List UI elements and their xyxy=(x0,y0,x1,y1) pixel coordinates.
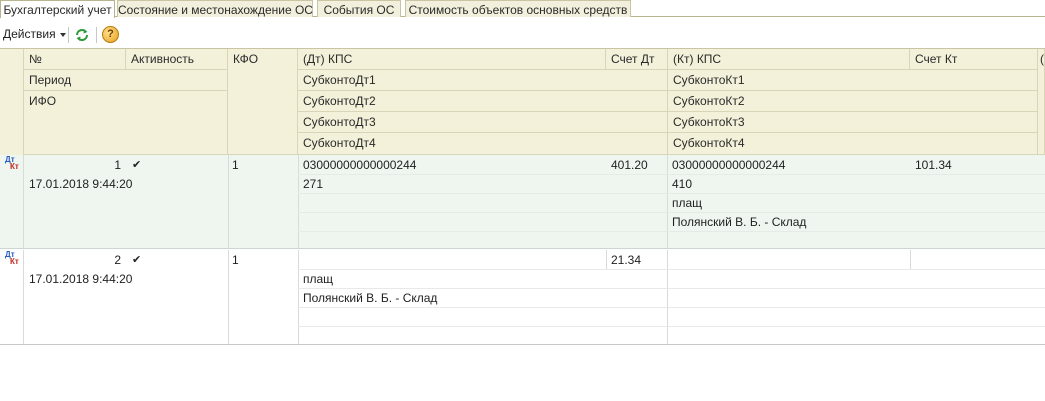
col-dt-kps-header[interactable]: (Дт) КПС xyxy=(298,49,606,70)
subrow-divider xyxy=(298,326,1045,327)
kfo-value: 1 xyxy=(232,158,239,172)
toolbar: Действия ? xyxy=(0,24,1045,46)
col-kfo-header[interactable]: КФО xyxy=(228,49,298,155)
help-icon[interactable]: ? xyxy=(102,26,119,43)
row-marker-header xyxy=(0,49,24,155)
col-extra-header[interactable]: ( xyxy=(1038,49,1045,155)
subkonto-dt3-value: Полянский В. Б. - Склад xyxy=(303,291,438,305)
table-row[interactable]: Дт Кт 2 ✔ 17.01.2018 9:44:20 1 21.34 пла… xyxy=(0,250,1045,345)
dt-kps-value: 03000000000000244 xyxy=(303,158,417,172)
row-number: 1 xyxy=(114,158,121,172)
subrow-divider xyxy=(298,193,1045,194)
tab-bar: Бухгалтерский учет Состояние и местонахо… xyxy=(0,0,1045,18)
col-ifo-header[interactable]: ИФО xyxy=(24,91,228,155)
period-value: 17.01.2018 9:44:20 xyxy=(29,177,133,191)
chevron-down-icon xyxy=(59,32,66,37)
col-subkonto-kt3-header[interactable]: СубконтоКт3 xyxy=(668,112,1038,133)
column-divider xyxy=(23,155,24,248)
subrow-divider xyxy=(298,212,1045,213)
col-kt-kps-header[interactable]: (Кт) КПС xyxy=(668,49,910,70)
activity-check-icon[interactable]: ✔ xyxy=(132,253,141,266)
col-subkonto-kt4-header[interactable]: СубконтоКт4 xyxy=(668,133,1038,155)
kt-mark: Кт xyxy=(10,257,19,266)
table-row[interactable]: Дт Кт 1 ✔ 17.01.2018 9:44:20 1 030000000… xyxy=(0,155,1045,249)
subrow-divider xyxy=(298,269,1045,270)
column-divider xyxy=(228,250,229,344)
kfo-value: 1 xyxy=(232,253,239,267)
column-divider xyxy=(667,155,668,248)
schet-dt-value: 401.20 xyxy=(611,158,648,172)
subrow-divider xyxy=(298,231,1045,232)
col-subkonto-dt3-header[interactable]: СубконтоДт3 xyxy=(298,112,668,133)
col-activity-header[interactable]: Активность xyxy=(126,49,228,70)
column-divider xyxy=(298,250,299,344)
schet-kt-value: 101.34 xyxy=(915,158,952,172)
subkonto-kt1-value: 410 xyxy=(672,177,693,191)
subrow-divider xyxy=(298,288,1045,289)
row-number: 2 xyxy=(114,253,121,267)
subkonto-dt2-value: плащ xyxy=(303,272,334,286)
column-divider xyxy=(910,250,911,269)
subrow-divider xyxy=(298,307,1045,308)
column-divider xyxy=(23,250,24,344)
entries-table: № Активность КФО (Дт) КПС Счет Дт (Кт) К… xyxy=(0,48,1045,345)
column-divider xyxy=(298,155,299,248)
toolbar-divider xyxy=(68,27,69,43)
actions-menu[interactable]: Действия xyxy=(3,27,66,41)
tab-cost[interactable]: Стоимость объектов основных средств xyxy=(405,0,631,17)
subkonto-dt1-value: 271 xyxy=(303,177,324,191)
tab-state-location[interactable]: Состояние и местонахождение ОС xyxy=(117,0,313,17)
col-schet-kt-header[interactable]: Счет Кт xyxy=(910,49,1038,70)
col-subkonto-dt2-header[interactable]: СубконтоДт2 xyxy=(298,91,668,112)
kt-mark: Кт xyxy=(10,162,19,171)
col-subkonto-dt4-header[interactable]: СубконтоДт4 xyxy=(298,133,668,155)
column-divider xyxy=(667,250,668,344)
column-divider xyxy=(606,250,607,269)
dt-kt-marker-icon: Дт Кт xyxy=(5,155,21,173)
tab-events[interactable]: События ОС xyxy=(317,0,401,17)
col-period-header[interactable]: Период xyxy=(24,70,228,91)
col-num-header[interactable]: № xyxy=(24,49,126,70)
toolbar-divider xyxy=(96,27,97,43)
subrow-divider xyxy=(298,174,1045,175)
col-subkonto-kt1-header[interactable]: СубконтоКт1 xyxy=(668,70,1038,91)
tab-accounting[interactable]: Бухгалтерский учет xyxy=(0,0,115,18)
col-subkonto-dt1-header[interactable]: СубконтоДт1 xyxy=(298,70,668,91)
kt-kps-value: 03000000000000244 xyxy=(672,158,786,172)
refresh-icon[interactable] xyxy=(73,26,91,44)
actions-label: Действия xyxy=(3,27,56,41)
schet-dt-value: 21.34 xyxy=(611,253,642,267)
col-subkonto-kt2-header[interactable]: СубконтоКт2 xyxy=(668,91,1038,112)
period-value: 17.01.2018 9:44:20 xyxy=(29,272,133,286)
column-divider xyxy=(228,155,229,248)
activity-check-icon[interactable]: ✔ xyxy=(132,158,141,171)
subkonto-kt2-value: плащ xyxy=(672,196,703,210)
subkonto-kt3-value: Полянский В. Б. - Склад xyxy=(672,215,807,229)
dt-kt-marker-icon: Дт Кт xyxy=(5,250,21,268)
col-schet-dt-header[interactable]: Счет Дт xyxy=(606,49,668,70)
